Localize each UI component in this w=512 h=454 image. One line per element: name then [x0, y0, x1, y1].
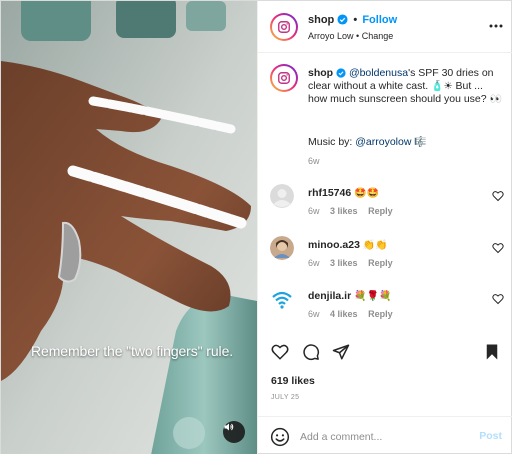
post-sidebar: shop • Follow Arroyo Low • Change shop @…: [257, 1, 512, 454]
speaker-icon: [224, 423, 234, 431]
music-emoji: 🎼: [414, 137, 427, 148]
comment-meta: 6w 3 likes Reply: [308, 258, 393, 268]
commenter-avatar[interactable]: [270, 287, 294, 311]
comment-composer: Post: [258, 416, 512, 454]
instagram-logo-icon: [278, 72, 290, 84]
comment-likes-link[interactable]: 3 likes: [330, 206, 358, 216]
commenter-username[interactable]: rhf15746: [308, 187, 351, 199]
more-options-button[interactable]: [486, 16, 506, 36]
comment-body: minoo.a23 👏👏: [308, 239, 388, 251]
post-dialog: Remember the "two fingers" rule. shop • …: [0, 0, 512, 454]
speech-bubble-icon: [303, 344, 320, 361]
profile-photo-icon: [270, 236, 294, 260]
instagram-logo-icon: [278, 21, 290, 33]
caption-username[interactable]: shop: [308, 67, 333, 79]
like-comment-heart-icon[interactable]: [492, 293, 504, 305]
comments-list[interactable]: shop @boldenusa's SPF 30 dries on clear …: [258, 54, 512, 334]
comment-likes-link[interactable]: 4 likes: [330, 309, 358, 319]
commenter-username[interactable]: minoo.a23: [308, 239, 360, 251]
author-avatar[interactable]: [270, 13, 298, 41]
comment-reply-button[interactable]: Reply: [368, 206, 393, 216]
comment-reply-button[interactable]: Reply: [368, 309, 393, 319]
comment-body: denjila.ir 💐🌹💐: [308, 290, 391, 302]
music-artist-link[interactable]: @arroyolow: [355, 136, 411, 148]
post-caption: shop @boldenusa's SPF 30 dries on clear …: [308, 67, 504, 106]
music-credit: Music by: @arroyolow 🎼: [308, 136, 427, 148]
verified-badge-icon: [336, 68, 346, 78]
comment-item: rhf15746 🤩🤩 6w 3 likes Reply: [258, 184, 512, 228]
bookmark-icon: [486, 344, 498, 360]
comment-text: 💐🌹💐: [354, 291, 392, 302]
commenter-username[interactable]: denjila.ir: [308, 290, 351, 302]
video-caption: Remember the "two fingers" rule.: [31, 343, 234, 359]
comment-item: minoo.a23 👏👏 6w 3 likes Reply: [258, 236, 512, 280]
paper-plane-icon: [332, 344, 350, 360]
commenter-avatar[interactable]: [270, 236, 294, 260]
caption-emojis: 🧴☀: [431, 81, 453, 92]
comment-time: 6w: [308, 206, 320, 216]
comment-likes-link[interactable]: 3 likes: [330, 258, 358, 268]
save-button[interactable]: [481, 341, 503, 363]
audio-separator: •: [356, 31, 360, 41]
verified-badge-icon: [337, 14, 348, 25]
heart-icon: [271, 344, 289, 360]
post-comment-button[interactable]: Post: [479, 430, 502, 442]
like-button[interactable]: [269, 341, 291, 363]
audio-row: Arroyo Low • Change: [308, 31, 393, 41]
emoji-smiley-icon[interactable]: [270, 427, 290, 447]
comment-time: 6w: [308, 258, 320, 268]
like-comment-heart-icon[interactable]: [492, 190, 504, 202]
like-comment-heart-icon[interactable]: [492, 242, 504, 254]
post-date: JULY 25: [271, 394, 300, 401]
post-video[interactable]: Remember the "two fingers" rule.: [1, 1, 257, 454]
comment-meta: 6w 4 likes Reply: [308, 309, 393, 319]
follow-button[interactable]: Follow: [362, 14, 397, 26]
mute-toggle-button[interactable]: [223, 421, 245, 443]
audio-change-link[interactable]: Change: [362, 31, 394, 41]
caption-timestamp: 6w: [308, 156, 320, 166]
comment-time: 6w: [308, 309, 320, 319]
default-avatar-icon: [270, 184, 294, 208]
comment-button[interactable]: [300, 341, 322, 363]
share-button[interactable]: [330, 341, 352, 363]
comment-input[interactable]: [300, 428, 470, 446]
caption-author-avatar[interactable]: [270, 64, 298, 92]
likes-count[interactable]: 619 likes: [271, 375, 315, 387]
ellipsis-icon: [489, 24, 503, 28]
commenter-avatar[interactable]: [270, 184, 294, 208]
comment-text: 👏👏: [362, 240, 388, 251]
author-username[interactable]: shop: [308, 14, 334, 26]
audio-artist-link[interactable]: Arroyo Low: [308, 31, 354, 41]
post-header: shop • Follow Arroyo Low • Change: [258, 1, 512, 53]
comment-body: rhf15746 🤩🤩: [308, 187, 379, 199]
comment-meta: 6w 3 likes Reply: [308, 206, 393, 216]
video-frame-illustration: [1, 1, 257, 454]
caption-tail-emojis: 👀: [489, 94, 502, 105]
comment-text: 🤩🤩: [354, 188, 380, 199]
comment-reply-button[interactable]: Reply: [368, 258, 393, 268]
post-actions-bar: [258, 339, 512, 367]
header-separator: •: [353, 14, 358, 26]
caption-mention-link[interactable]: @boldenusa: [349, 67, 408, 79]
comment-item: denjila.ir 💐🌹💐 6w 4 likes Reply: [258, 287, 512, 331]
wifi-logo-icon: [270, 287, 294, 311]
author-row: shop • Follow: [308, 14, 397, 26]
music-prefix: Music by:: [308, 136, 356, 148]
